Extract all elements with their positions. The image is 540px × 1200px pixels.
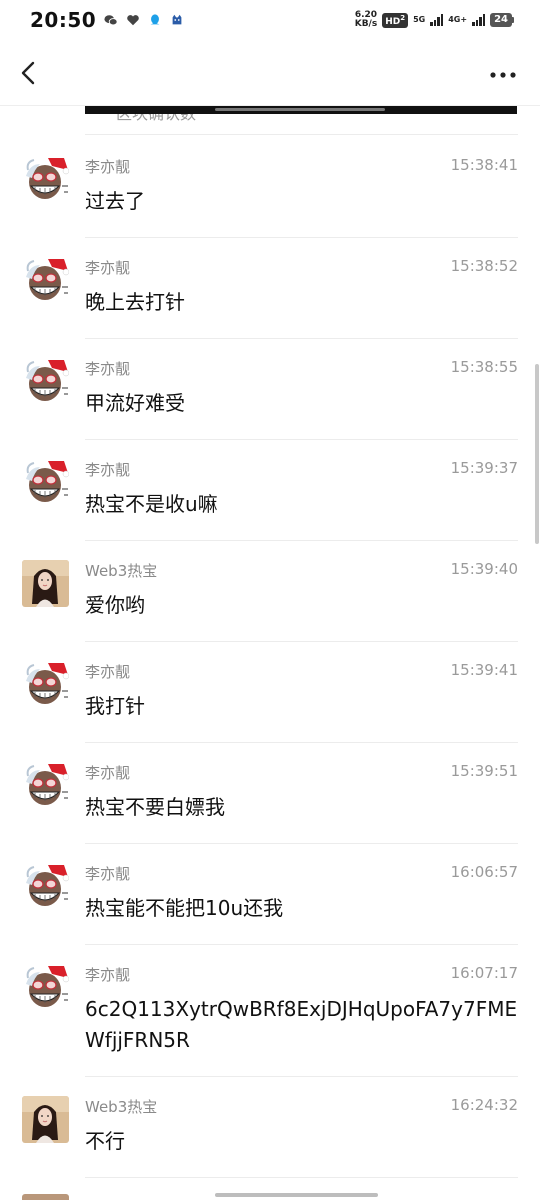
avatar[interactable]	[22, 156, 69, 203]
divider	[85, 1177, 518, 1178]
title-bar	[0, 40, 540, 106]
sender-name: 李亦靓	[85, 764, 131, 782]
message-time: 15:39:51	[450, 762, 518, 780]
home-indicator[interactable]	[215, 1193, 378, 1197]
back-button[interactable]	[14, 58, 44, 88]
cat-icon	[172, 14, 182, 25]
message-text[interactable]: 我打针	[85, 691, 520, 722]
qq-icon	[150, 14, 160, 25]
hd-sub: 2	[400, 13, 406, 22]
divider	[85, 237, 518, 238]
message-time: 15:38:41	[450, 156, 518, 174]
battery-level: 24	[490, 13, 512, 27]
sender-name: Web3热宝	[85, 1098, 158, 1116]
divider	[85, 641, 518, 642]
net-4g-label: 4G+	[448, 15, 468, 24]
battery-icon: 24	[490, 13, 514, 27]
divider	[85, 1076, 518, 1077]
partial-message-media[interactable]	[85, 106, 517, 114]
message-time: 16:06:57	[450, 863, 518, 881]
hd-label: HD	[385, 16, 401, 27]
message-text[interactable]: 热宝能不能把10u还我	[85, 893, 520, 924]
message-time: 15:39:37	[450, 459, 518, 477]
avatar[interactable]	[22, 661, 69, 708]
status-left: 20:50	[30, 8, 184, 32]
status-time: 20:50	[30, 8, 97, 32]
divider	[85, 338, 518, 339]
message-time: 15:39:41	[450, 661, 518, 679]
more-button[interactable]	[488, 60, 518, 90]
message-list[interactable]: 区块确认数 李亦靓 15:38:41 过去了 李亦靓 15:38:52 晚上去打针 李亦靓 1…	[0, 106, 540, 1200]
sender-name: 李亦靓	[85, 158, 131, 176]
divider	[85, 742, 518, 743]
avatar[interactable]	[22, 560, 69, 607]
message-text[interactable]: 晚上去打针	[85, 287, 520, 318]
chat-history-screen: 20:50 6.20 KB/s HD2 5G 4G+ 24 区块确认数 李亦靓 …	[0, 0, 540, 1200]
divider	[85, 439, 518, 440]
sender-name: Web3热宝	[85, 562, 158, 580]
message-text[interactable]: 过去了	[85, 186, 520, 217]
avatar[interactable]	[22, 762, 69, 809]
message-text[interactable]: 甲流好难受	[85, 388, 520, 419]
sender-name: 李亦靓	[85, 259, 131, 277]
message-text[interactable]: 热宝不要白嫖我	[85, 792, 520, 823]
next-avatar-peek	[22, 1194, 69, 1200]
divider	[85, 843, 518, 844]
divider	[85, 944, 518, 945]
divider	[85, 134, 518, 135]
avatar[interactable]	[22, 964, 69, 1011]
sender-name: 李亦靓	[85, 461, 131, 479]
status-bar: 20:50 6.20 KB/s HD2 5G 4G+ 24	[0, 0, 540, 40]
sender-name: 李亦靓	[85, 865, 131, 883]
avatar[interactable]	[22, 459, 69, 506]
net-5g-label: 5G	[413, 15, 426, 24]
sender-name: 李亦靓	[85, 966, 131, 984]
message-time: 16:07:17	[450, 964, 518, 982]
message-text[interactable]: 热宝不是收u嘛	[85, 489, 520, 520]
status-right: 6.20 KB/s HD2 5G 4G+ 24	[355, 11, 514, 29]
wechat-icon	[104, 15, 118, 26]
message-text[interactable]: 不行	[85, 1126, 520, 1157]
hd-badge: HD2	[382, 12, 409, 28]
message-text[interactable]: 爱你哟	[85, 590, 520, 621]
scrollbar[interactable]	[535, 364, 539, 544]
avatar[interactable]	[22, 1096, 69, 1143]
net-speed-unit: KB/s	[354, 19, 378, 29]
avatar[interactable]	[22, 863, 69, 910]
message-time: 15:38:55	[450, 358, 518, 376]
sender-name: 李亦靓	[85, 360, 131, 378]
sender-name: 李亦靓	[85, 663, 131, 681]
message-time: 15:38:52	[450, 257, 518, 275]
net-speed: 6.20 KB/s	[355, 11, 377, 29]
more-horizontal-icon	[490, 72, 516, 78]
signal-4g-icon	[472, 14, 486, 26]
chevron-left-icon	[21, 61, 35, 85]
avatar[interactable]	[22, 257, 69, 304]
divider	[85, 540, 518, 541]
message-time: 16:24:32	[450, 1096, 518, 1114]
message-text[interactable]: 6c2Q113XytrQwBRf8ExjDJHqUpoFA7y7FMEWfjjF…	[85, 994, 520, 1056]
signal-5g-icon	[430, 14, 444, 26]
heart-icon	[127, 15, 139, 26]
message-time: 15:39:40	[450, 560, 518, 578]
avatar[interactable]	[22, 358, 69, 405]
